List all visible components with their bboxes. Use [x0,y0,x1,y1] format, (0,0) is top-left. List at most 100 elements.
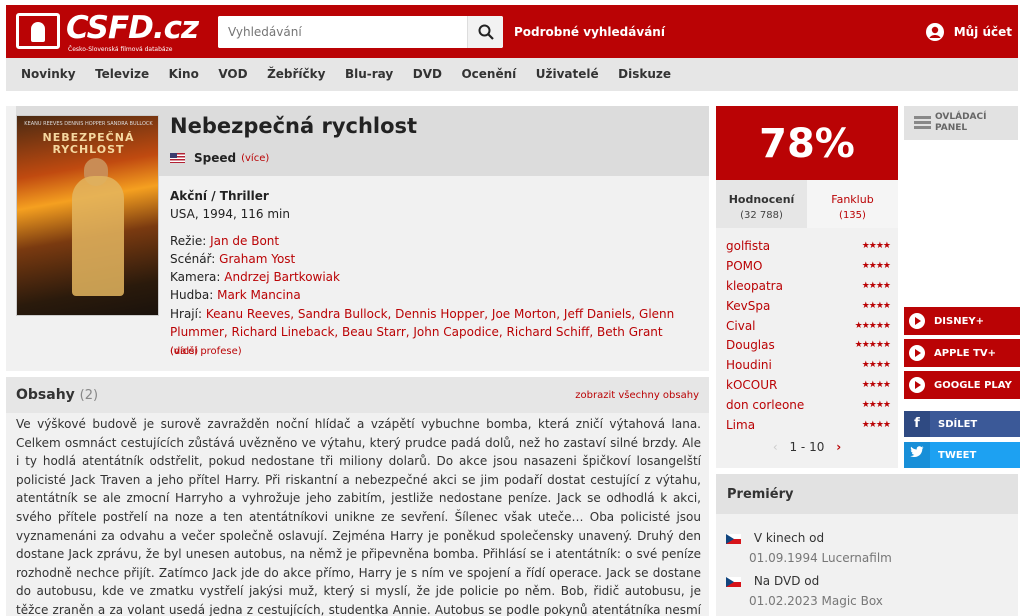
star-rating-icon: ★★★★ [861,380,891,391]
search-icon [478,24,494,40]
tab-fanclub-count: (135) [839,210,866,221]
site-logo[interactable]: CSFD.cz Česko-Slovenská filmová databáze [16,10,199,54]
usa-flag-icon [170,153,185,163]
crew-writer: Scénář: Graham Yost [170,252,295,266]
crew-music-label: Hudba: [170,288,214,302]
premiere-row: Na DVD od [726,574,819,588]
user-ratings-list: golfista ★★★★ POMO ★★★★ kleopatra ★★★★ KevS… [726,236,891,435]
nav-item-diskuze[interactable]: Diskuze [618,58,671,91]
star-rating-icon: ★★★★ [861,240,891,251]
star-rating-icon: ★★★★ [861,400,891,411]
vod-button-googleplay[interactable]: GOOGLE PLAY [904,371,1020,399]
crew-writer-label: Scénář: [170,252,216,266]
user-name-link[interactable]: kOCOUR [726,378,777,392]
logo-subtitle: Česko-Slovenská filmová databáze [68,46,173,53]
account-link[interactable]: Můj účet [925,22,1012,42]
user-name-link[interactable]: Douglas [726,338,775,352]
tab-fanclub-label: Fanklub [831,193,874,206]
user-rating-row: Cival ★★★★★ [726,316,891,336]
tab-ratings[interactable]: Hodnocení (32 788) [716,180,807,228]
nav-item-vod[interactable]: VOD [218,58,247,91]
premieres-box: Premiéry V kinech od 01.09.1994 Lucernaf… [716,474,1018,616]
top-bar: CSFD.cz Česko-Slovenská filmová databáze… [6,5,1018,58]
tab-fanclub[interactable]: Fanklub (135) [807,180,898,228]
nav-item-televize[interactable]: Televize [95,58,149,91]
film-logo-icon [16,13,60,49]
crew-cast-links[interactable]: Keanu Reeves, Sandra Bullock, Dennis Hop… [170,307,674,339]
prev-page-icon[interactable]: ‹ [773,440,778,454]
ratings-pager: ‹ 1 - 10 › [716,440,898,454]
user-rating-row: KevSpa ★★★★ [726,296,891,316]
search-input[interactable] [218,16,466,48]
pager-range: 1 - 10 [789,440,825,454]
vod-button-disney[interactable]: DISNEY+ [904,307,1020,335]
show-all-synopses-link[interactable]: zobrazit všechny obsahy [575,390,699,401]
search-box [218,16,503,48]
user-name-link[interactable]: kleopatra [726,279,783,293]
nav-item-zebricky[interactable]: Žebříčky [267,58,325,91]
original-title-more-link[interactable]: (více) [241,153,269,164]
control-panel-label: OVLÁDACÍ PANEL [935,112,987,133]
premiere-row: V kinech od [726,531,824,545]
rating-score: 78% [716,106,898,180]
more-professions-link[interactable]: (další profese) [170,346,242,357]
user-name-link[interactable]: KevSpa [726,299,770,313]
nav-item-bluray[interactable]: Blu-ray [345,58,393,91]
vod-label: GOOGLE PLAY [934,379,1012,391]
nav-item-kino[interactable]: Kino [169,58,199,91]
film-poster[interactable]: KEANU REEVES DENNIS HOPPER SANDRA BULLOC… [16,115,159,316]
poster-cast: KEANU REEVES DENNIS HOPPER SANDRA BULLOC… [24,121,153,127]
user-rating-row: Douglas ★★★★★ [726,335,891,355]
play-icon [909,313,925,329]
nav-item-uzivatele[interactable]: Uživatelé [536,58,599,91]
premiere-detail: 01.09.1994 Lucernafilm [749,551,892,565]
user-name-link[interactable]: Houdini [726,358,772,372]
synopsis-box: Obsahy (2) zobrazit všechny obsahy Ve vý… [6,377,709,616]
user-name-link[interactable]: Cival [726,319,756,333]
poster-figure [72,176,124,296]
user-name-link[interactable]: golfista [726,239,770,253]
star-rating-icon: ★★★★ [861,419,891,430]
czech-flag-icon [726,576,741,587]
advanced-search-link[interactable]: Podrobné vyhledávání [514,25,665,39]
facebook-share-button[interactable]: f SDÍLET [904,411,1020,437]
crew-writer-link[interactable]: Graham Yost [219,252,295,266]
nav-item-dvd[interactable]: DVD [413,58,442,91]
play-icon [909,345,925,361]
nav-item-novinky[interactable]: Novinky [21,58,76,91]
film-genre: Akční / Thriller [170,189,269,203]
star-rating-icon: ★★★★ [861,280,891,291]
star-rating-icon: ★★★★ [861,300,891,311]
crew-camera: Kamera: Andrzej Bartkowiak [170,270,340,284]
star-rating-icon: ★★★★★ [854,320,891,331]
user-rating-row: Houdini ★★★★ [726,355,891,375]
crew-director-link[interactable]: Jan de Bont [210,234,279,248]
user-name-link[interactable]: Lima [726,418,755,432]
vod-button-appletv[interactable]: APPLE TV+ [904,339,1020,367]
tab-ratings-count: (32 788) [740,210,783,221]
nav-item-oceneni[interactable]: Ocenění [461,58,516,91]
next-page-icon[interactable]: › [836,440,841,454]
crew-music-link[interactable]: Mark Mancina [217,288,301,302]
crew-cast-label: Hrají: [170,307,203,321]
user-rating-row: Lima ★★★★ [726,415,891,435]
premiere-label: V kinech od [753,531,825,545]
search-button[interactable] [467,16,503,48]
logo-text: CSFD.cz [66,10,199,46]
rating-box: 78% Hodnocení (32 788) Fanklub (135) gol… [716,106,898,468]
crew-cast: Hrají: Keanu Reeves, Sandra Bullock, Den… [170,305,680,361]
user-name-link[interactable]: POMO [726,259,762,273]
control-panel-button[interactable]: OVLÁDACÍ PANEL [904,106,1018,140]
tab-ratings-label: Hodnocení [728,193,795,206]
star-rating-icon: ★★★★★ [854,340,891,351]
crew-camera-link[interactable]: Andrzej Bartkowiak [224,270,340,284]
twitter-tweet-button[interactable]: TWEET [904,442,1020,468]
synopsis-text: Ve výškové budově je surově zavražděn no… [16,417,701,616]
poster-title: NEBEZPEČNÁ RYCHLOST [42,131,135,156]
user-name-link[interactable]: don corleone [726,398,804,412]
premiere-label: Na DVD od [753,574,820,588]
twitter-icon [904,442,930,468]
crew-director: Režie: Jan de Bont [170,234,279,248]
user-rating-row: golfista ★★★★ [726,236,891,256]
rating-tabs: Hodnocení (32 788) Fanklub (135) [716,180,898,228]
